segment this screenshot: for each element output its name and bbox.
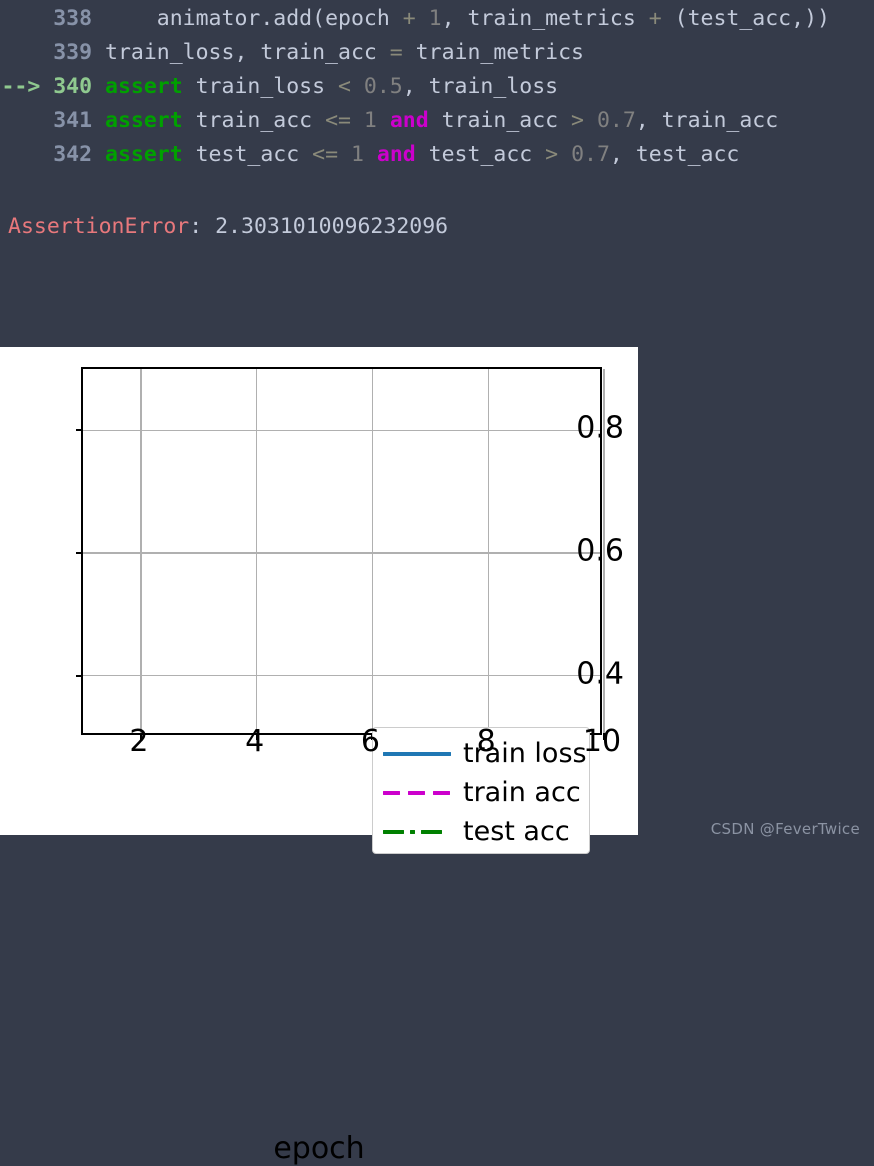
code-line-338: 338 animator.add(epoch + 1, train_metric… bbox=[0, 2, 830, 36]
line-number-338: 338 bbox=[53, 6, 105, 31]
x-gridline bbox=[255, 369, 258, 733]
legend-line-swatch bbox=[383, 822, 451, 842]
y-tick-label: 0.8 bbox=[576, 410, 624, 446]
code-token: 1 bbox=[363, 108, 377, 133]
legend-line-segment bbox=[433, 790, 450, 795]
error-value: : 2.3031010096232096 bbox=[189, 214, 449, 239]
x-gridline bbox=[140, 369, 142, 733]
y-tick-mark bbox=[76, 551, 83, 555]
code-line-342: 342 assert test_acc <= 1 and test_acc > … bbox=[0, 138, 739, 172]
code-token: . bbox=[260, 6, 274, 31]
legend-line-segment bbox=[383, 829, 404, 834]
y-tick-label: 0.6 bbox=[576, 533, 624, 569]
line-number-339: 339 bbox=[53, 40, 105, 65]
code-token: <= bbox=[325, 108, 351, 133]
code-token: train_loss bbox=[182, 74, 339, 99]
x-tick-label: 8 bbox=[476, 724, 496, 759]
y-tick-mark bbox=[76, 674, 83, 677]
code-token: 0.5 bbox=[363, 74, 403, 99]
legend-line-segment bbox=[383, 790, 400, 795]
code-token: and bbox=[376, 142, 416, 167]
legend-label: test acc bbox=[463, 816, 570, 847]
code-line-341: 341 assert train_acc <= 1 and train_acc … bbox=[0, 104, 778, 138]
code-token: 0.7 bbox=[571, 142, 610, 167]
code-token: <= bbox=[312, 142, 339, 167]
y-tick-mark bbox=[76, 429, 83, 432]
legend-line-segment bbox=[421, 829, 442, 834]
code-line-339: 339 train_loss, train_acc = train_metric… bbox=[0, 36, 584, 70]
code-token: train_loss, train_acc bbox=[105, 40, 390, 65]
code-token: > bbox=[545, 142, 559, 167]
legend-line-swatch bbox=[383, 783, 451, 803]
code-token: 1 bbox=[350, 142, 364, 167]
code-token: assert bbox=[105, 108, 183, 133]
error-type: AssertionError bbox=[8, 214, 190, 239]
code-token: and bbox=[389, 108, 429, 133]
code-token: = bbox=[389, 40, 403, 65]
x-tick-label: 6 bbox=[360, 724, 380, 759]
legend-entry: train acc bbox=[373, 773, 589, 812]
error-message: AssertionError: 2.3031010096232096 bbox=[8, 210, 448, 244]
code-token: + bbox=[648, 6, 662, 31]
code-token: ( bbox=[312, 6, 326, 31]
legend-entry: test acc bbox=[373, 812, 589, 851]
x-tick-label: 2 bbox=[129, 724, 149, 759]
code-token: assert bbox=[105, 142, 183, 167]
code-token: assert bbox=[105, 74, 183, 99]
legend-line-segment bbox=[408, 790, 425, 795]
y-gridline bbox=[83, 429, 600, 432]
code-token: train_acc bbox=[428, 108, 572, 133]
x-gridline bbox=[371, 369, 374, 733]
code-token: , train_metrics bbox=[441, 6, 649, 31]
watermark-text: CSDN @FeverTwice bbox=[710, 820, 860, 838]
code-token: > bbox=[571, 108, 584, 133]
code-token: test_acc bbox=[415, 142, 546, 167]
matplotlib-figure: train loss train acc test acc epoch 2 4 6 8 10… bbox=[0, 347, 638, 1166]
legend-line-segment bbox=[383, 751, 451, 756]
legend-line-segment bbox=[410, 829, 415, 834]
code-token: 1 bbox=[428, 6, 442, 31]
code-token: train_metrics bbox=[402, 40, 584, 65]
x-tick-label: 10 bbox=[582, 724, 622, 759]
traceback-console: 338 animator.add(epoch + 1, train_metric… bbox=[0, 0, 874, 347]
code-token: , train_acc bbox=[635, 108, 779, 133]
code-token: , train_loss bbox=[402, 74, 559, 99]
code-token: < bbox=[338, 74, 351, 99]
x-tick-label: 4 bbox=[245, 724, 265, 759]
code-token: test_acc bbox=[182, 142, 313, 167]
code-token: + bbox=[402, 6, 416, 31]
code-token: animator bbox=[105, 6, 261, 31]
code-token: epoch bbox=[325, 6, 403, 31]
y-gridline bbox=[83, 674, 600, 677]
code-token: , test_acc bbox=[609, 142, 740, 167]
line-number-341: 341 bbox=[53, 108, 105, 133]
y-tick-label: 0.4 bbox=[576, 656, 624, 692]
line-number-340: --> 340 bbox=[1, 74, 105, 99]
code-line-340: --> 340 assert train_loss < 0.5, train_l… bbox=[0, 70, 558, 104]
y-gridline bbox=[83, 552, 600, 554]
code-token: train_acc bbox=[182, 108, 326, 133]
code-token: 0.7 bbox=[596, 108, 636, 133]
line-number-342: 342 bbox=[53, 142, 105, 167]
code-token: add bbox=[273, 6, 313, 31]
legend-label: train acc bbox=[463, 777, 581, 808]
x-gridline bbox=[487, 369, 489, 733]
x-axis-label: epoch bbox=[273, 1131, 365, 1166]
code-token: (test_acc,)) bbox=[661, 6, 830, 31]
legend-line-swatch bbox=[383, 744, 451, 764]
plot-axes bbox=[76, 367, 606, 740]
